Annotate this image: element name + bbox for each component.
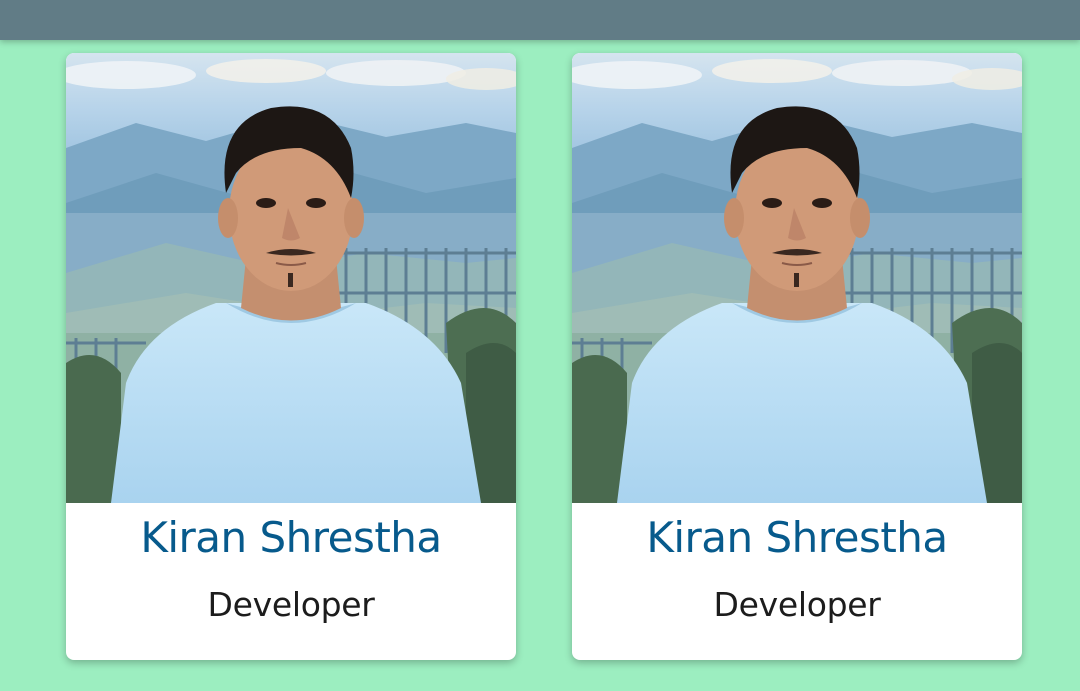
member-role: Developer: [713, 585, 881, 624]
top-nav-bar: [0, 0, 1080, 40]
member-name: Kiran Shrestha: [646, 513, 948, 562]
member-role: Developer: [207, 585, 375, 624]
profile-photo: [66, 53, 516, 503]
member-name: Kiran Shrestha: [140, 513, 442, 562]
profile-photo: [572, 53, 1022, 503]
team-member-card: Kiran Shrestha Developer: [66, 53, 516, 660]
team-member-card: Kiran Shrestha Developer: [572, 53, 1022, 660]
